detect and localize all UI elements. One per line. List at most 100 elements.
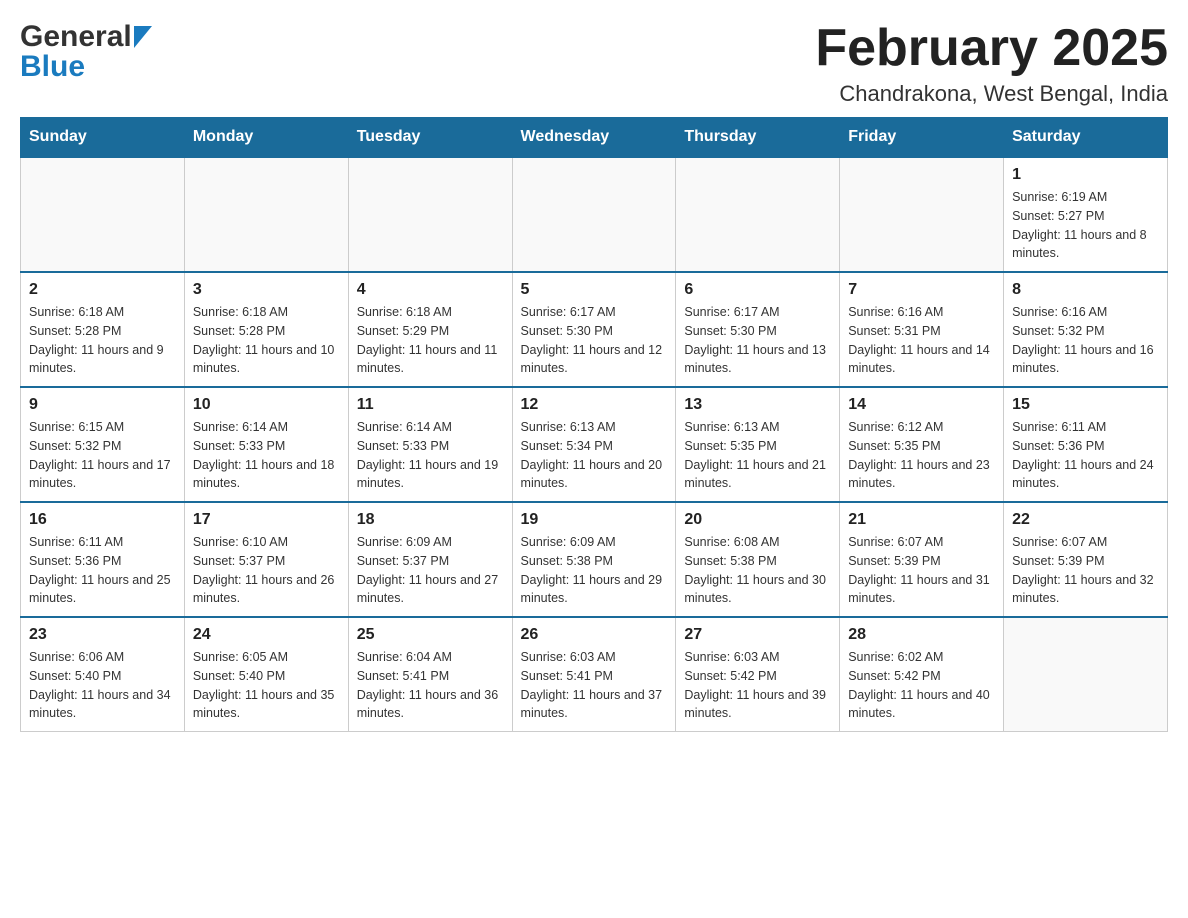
day-info: Sunrise: 6:13 AMSunset: 5:34 PMDaylight:… xyxy=(521,418,668,493)
day-info: Sunrise: 6:03 AMSunset: 5:42 PMDaylight:… xyxy=(684,648,831,723)
day-info: Sunrise: 6:10 AMSunset: 5:37 PMDaylight:… xyxy=(193,533,340,608)
location-text: Chandrakona, West Bengal, India xyxy=(815,81,1168,107)
calendar-week-row: 9 Sunrise: 6:15 AMSunset: 5:32 PMDaylight… xyxy=(21,387,1168,502)
calendar-day-cell: 2 Sunrise: 6:18 AMSunset: 5:28 PMDaylight… xyxy=(21,272,185,387)
day-number: 13 xyxy=(684,396,831,414)
calendar-day-cell: 4Sunrise: 6:18 AMSunset: 5:29 PMDaylight… xyxy=(348,272,512,387)
day-of-week-header: Friday xyxy=(840,118,1004,158)
calendar-day-cell: 14 Sunrise: 6:12 AMSunset: 5:35 PMDayligh… xyxy=(840,387,1004,502)
calendar-day-cell xyxy=(1004,617,1168,732)
logo-blue-text: Blue xyxy=(20,50,85,84)
day-number: 21 xyxy=(848,511,995,529)
calendar-day-cell: 5Sunrise: 6:17 AMSunset: 5:30 PMDaylight… xyxy=(512,272,676,387)
calendar-day-cell: 17 Sunrise: 6:10 AMSunset: 5:37 PMDayligh… xyxy=(184,502,348,617)
day-info: Sunrise: 6:15 AMSunset: 5:32 PMDaylight:… xyxy=(29,418,176,493)
day-number: 5 xyxy=(521,281,668,299)
day-number: 10 xyxy=(193,396,340,414)
day-number: 28 xyxy=(848,626,995,644)
calendar-day-cell: 22 Sunrise: 6:07 AMSunset: 5:39 PMDayligh… xyxy=(1004,502,1168,617)
day-number: 9 xyxy=(29,396,176,414)
calendar-title: February 2025 xyxy=(815,20,1168,77)
day-info: Sunrise: 6:03 AMSunset: 5:41 PMDaylight:… xyxy=(521,648,668,723)
day-info: Sunrise: 6:02 AMSunset: 5:42 PMDaylight:… xyxy=(848,648,995,723)
calendar-day-cell: 26Sunrise: 6:03 AMSunset: 5:41 PMDayligh… xyxy=(512,617,676,732)
day-number: 19 xyxy=(521,511,668,529)
day-info: Sunrise: 6:14 AMSunset: 5:33 PMDaylight:… xyxy=(357,418,504,493)
calendar-day-cell xyxy=(348,157,512,272)
day-info: Sunrise: 6:12 AMSunset: 5:35 PMDaylight:… xyxy=(848,418,995,493)
day-number: 27 xyxy=(684,626,831,644)
day-number: 17 xyxy=(193,511,340,529)
day-info: Sunrise: 6:06 AMSunset: 5:40 PMDaylight:… xyxy=(29,648,176,723)
calendar-day-cell: 16Sunrise: 6:11 AMSunset: 5:36 PMDayligh… xyxy=(21,502,185,617)
calendar-day-cell: 6 Sunrise: 6:17 AMSunset: 5:30 PMDaylight… xyxy=(676,272,840,387)
day-info: Sunrise: 6:11 AMSunset: 5:36 PMDaylight:… xyxy=(29,533,176,608)
day-number: 11 xyxy=(357,396,504,414)
calendar-day-cell: 28 Sunrise: 6:02 AMSunset: 5:42 PMDayligh… xyxy=(840,617,1004,732)
day-of-week-header: Tuesday xyxy=(348,118,512,158)
logo: General Blue xyxy=(20,20,152,84)
title-block: February 2025 Chandrakona, West Bengal, … xyxy=(815,20,1168,107)
calendar-day-cell: 9 Sunrise: 6:15 AMSunset: 5:32 PMDaylight… xyxy=(21,387,185,502)
logo-arrow-icon xyxy=(134,26,152,53)
calendar-day-cell: 19 Sunrise: 6:09 AMSunset: 5:38 PMDayligh… xyxy=(512,502,676,617)
day-info: Sunrise: 6:16 AMSunset: 5:32 PMDaylight:… xyxy=(1012,303,1159,378)
logo-general-text: General xyxy=(20,20,132,54)
calendar-day-cell xyxy=(676,157,840,272)
calendar-day-cell xyxy=(840,157,1004,272)
calendar-day-cell: 27 Sunrise: 6:03 AMSunset: 5:42 PMDayligh… xyxy=(676,617,840,732)
day-info: Sunrise: 6:09 AMSunset: 5:38 PMDaylight:… xyxy=(521,533,668,608)
day-info: Sunrise: 6:07 AMSunset: 5:39 PMDaylight:… xyxy=(1012,533,1159,608)
day-of-week-header: Thursday xyxy=(676,118,840,158)
calendar-day-cell: 7 Sunrise: 6:16 AMSunset: 5:31 PMDaylight… xyxy=(840,272,1004,387)
calendar-day-cell xyxy=(21,157,185,272)
calendar-day-cell: 25Sunrise: 6:04 AMSunset: 5:41 PMDayligh… xyxy=(348,617,512,732)
day-info: Sunrise: 6:18 AMSunset: 5:28 PMDaylight:… xyxy=(29,303,176,378)
day-info: Sunrise: 6:07 AMSunset: 5:39 PMDaylight:… xyxy=(848,533,995,608)
day-number: 1 xyxy=(1012,166,1159,184)
day-info: Sunrise: 6:13 AMSunset: 5:35 PMDaylight:… xyxy=(684,418,831,493)
calendar-day-cell: 13 Sunrise: 6:13 AMSunset: 5:35 PMDayligh… xyxy=(676,387,840,502)
day-info: Sunrise: 6:19 AMSunset: 5:27 PMDaylight:… xyxy=(1012,188,1159,263)
day-info: Sunrise: 6:18 AMSunset: 5:29 PMDaylight:… xyxy=(357,303,504,378)
day-number: 20 xyxy=(684,511,831,529)
calendar-day-cell: 3 Sunrise: 6:18 AMSunset: 5:28 PMDaylight… xyxy=(184,272,348,387)
calendar-day-cell xyxy=(184,157,348,272)
page-header: General Blue February 2025 Chandrakona, … xyxy=(20,20,1168,107)
calendar-day-cell: 12 Sunrise: 6:13 AMSunset: 5:34 PMDayligh… xyxy=(512,387,676,502)
calendar-day-cell: 11 Sunrise: 6:14 AMSunset: 5:33 PMDayligh… xyxy=(348,387,512,502)
day-number: 24 xyxy=(193,626,340,644)
calendar-day-cell: 18 Sunrise: 6:09 AMSunset: 5:37 PMDayligh… xyxy=(348,502,512,617)
day-info: Sunrise: 6:18 AMSunset: 5:28 PMDaylight:… xyxy=(193,303,340,378)
day-number: 3 xyxy=(193,281,340,299)
day-number: 6 xyxy=(684,281,831,299)
day-of-week-header: Sunday xyxy=(21,118,185,158)
day-number: 22 xyxy=(1012,511,1159,529)
calendar-table: SundayMondayTuesdayWednesdayThursdayFrid… xyxy=(20,117,1168,732)
calendar-week-row: 23 Sunrise: 6:06 AMSunset: 5:40 PMDayligh… xyxy=(21,617,1168,732)
day-number: 2 xyxy=(29,281,176,299)
calendar-day-cell: 24Sunrise: 6:05 AMSunset: 5:40 PMDayligh… xyxy=(184,617,348,732)
calendar-header-row: SundayMondayTuesdayWednesdayThursdayFrid… xyxy=(21,118,1168,158)
day-number: 15 xyxy=(1012,396,1159,414)
day-info: Sunrise: 6:11 AMSunset: 5:36 PMDaylight:… xyxy=(1012,418,1159,493)
day-number: 7 xyxy=(848,281,995,299)
calendar-day-cell: 15 Sunrise: 6:11 AMSunset: 5:36 PMDayligh… xyxy=(1004,387,1168,502)
calendar-week-row: 1 Sunrise: 6:19 AMSunset: 5:27 PMDaylight… xyxy=(21,157,1168,272)
calendar-day-cell: 21 Sunrise: 6:07 AMSunset: 5:39 PMDayligh… xyxy=(840,502,1004,617)
day-of-week-header: Wednesday xyxy=(512,118,676,158)
day-info: Sunrise: 6:16 AMSunset: 5:31 PMDaylight:… xyxy=(848,303,995,378)
day-number: 14 xyxy=(848,396,995,414)
day-info: Sunrise: 6:17 AMSunset: 5:30 PMDaylight:… xyxy=(684,303,831,378)
day-info: Sunrise: 6:09 AMSunset: 5:37 PMDaylight:… xyxy=(357,533,504,608)
day-number: 18 xyxy=(357,511,504,529)
day-number: 8 xyxy=(1012,281,1159,299)
calendar-day-cell: 20Sunrise: 6:08 AMSunset: 5:38 PMDayligh… xyxy=(676,502,840,617)
day-number: 12 xyxy=(521,396,668,414)
calendar-week-row: 2 Sunrise: 6:18 AMSunset: 5:28 PMDaylight… xyxy=(21,272,1168,387)
calendar-day-cell xyxy=(512,157,676,272)
day-number: 23 xyxy=(29,626,176,644)
calendar-day-cell: 10Sunrise: 6:14 AMSunset: 5:33 PMDayligh… xyxy=(184,387,348,502)
calendar-week-row: 16Sunrise: 6:11 AMSunset: 5:36 PMDayligh… xyxy=(21,502,1168,617)
calendar-day-cell: 1 Sunrise: 6:19 AMSunset: 5:27 PMDaylight… xyxy=(1004,157,1168,272)
